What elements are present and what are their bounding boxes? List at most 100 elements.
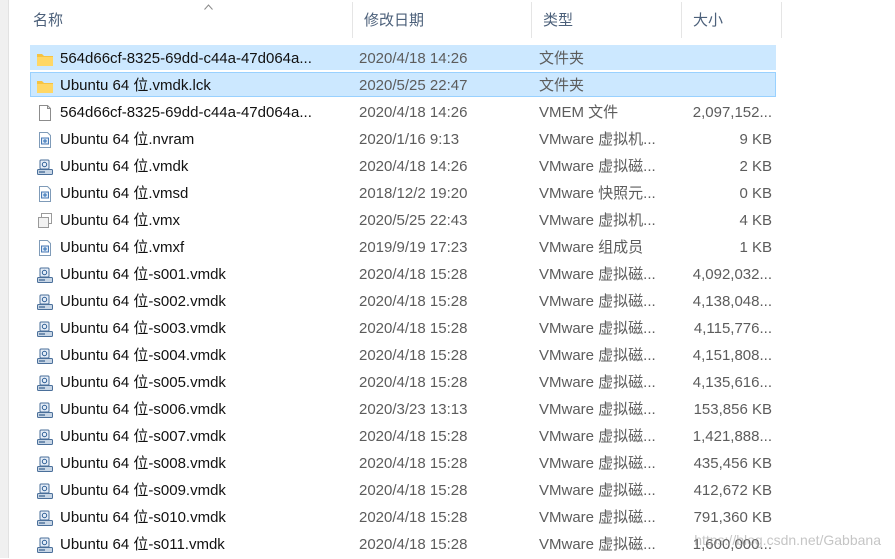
blank-file-icon	[36, 104, 54, 122]
file-modified-date: 2020/5/25 22:47	[359, 77, 468, 94]
file-modified-date: 2020/3/23 13:13	[359, 401, 468, 418]
file-type: VMware 虚拟机...	[539, 131, 656, 148]
vmware-disk-icon	[36, 536, 54, 554]
file-type: VMware 虚拟磁...	[539, 320, 656, 337]
file-row[interactable]: Ubuntu 64 位-s003.vmdk 2020/4/18 15:28 VMwa…	[0, 315, 895, 342]
file-name: Ubuntu 64 位-s007.vmdk	[60, 428, 226, 445]
file-row[interactable]: 564d66cf-8325-69dd-c44a-47d064a... 2020/4…	[0, 45, 895, 72]
file-row[interactable]: Ubuntu 64 位-s008.vmdk 2020/4/18 15:28 VMwa…	[0, 450, 895, 477]
file-name: Ubuntu 64 位-s009.vmdk	[60, 482, 226, 499]
file-row[interactable]: Ubuntu 64 位.vmx 2020/5/25 22:43 VMware 虚拟机…	[0, 207, 895, 234]
file-row[interactable]: Ubuntu 64 位-s010.vmdk 2020/4/18 15:28 VMwa…	[0, 504, 895, 531]
vmware-disk-icon	[36, 428, 54, 446]
file-name: Ubuntu 64 位.nvram	[60, 131, 195, 148]
file-modified-date: 2020/4/18 15:28	[359, 347, 468, 364]
file-size: 153,856 KB	[693, 401, 772, 418]
file-size: 2,097,152...	[692, 104, 772, 121]
file-type: VMware 快照元...	[539, 185, 656, 202]
file-row[interactable]: Ubuntu 64 位-s007.vmdk 2020/4/18 15:28 VMwa…	[0, 423, 895, 450]
file-size: 791,360 KB	[693, 509, 772, 526]
vmware-config-icon	[36, 239, 54, 257]
file-size: 0 KB	[739, 185, 772, 202]
file-row[interactable]: Ubuntu 64 位-s001.vmdk 2020/4/18 15:28 VMwa…	[0, 261, 895, 288]
file-modified-date: 2020/4/18 15:28	[359, 320, 468, 337]
file-modified-date: 2020/4/18 15:28	[359, 293, 468, 310]
file-name: Ubuntu 64 位-s006.vmdk	[60, 401, 226, 418]
file-size: 1 KB	[739, 239, 772, 256]
file-size	[686, 72, 772, 99]
file-name: Ubuntu 64 位.vmdk	[60, 158, 189, 175]
file-modified-date: 2020/4/18 14:26	[359, 158, 468, 175]
file-row[interactable]: 564d66cf-8325-69dd-c44a-47d064a... 2020/4…	[0, 99, 895, 126]
vmware-disk-icon	[36, 293, 54, 311]
file-name: Ubuntu 64 位-s010.vmdk	[60, 509, 226, 526]
column-header-size[interactable]: 大小	[682, 0, 782, 40]
file-type: 文件夹	[539, 50, 585, 67]
vmware-disk-icon	[36, 320, 54, 338]
column-header-name[interactable]: 名称	[22, 0, 352, 40]
vmware-disk-icon	[36, 347, 54, 365]
sort-ascending-icon	[204, 4, 213, 10]
file-size	[686, 45, 772, 72]
watermark-text: https://blog.csdn.net/Gabbana	[694, 532, 881, 548]
file-size: 1,421,888...	[692, 428, 772, 445]
file-type: VMware 虚拟磁...	[539, 158, 656, 175]
file-name: 564d66cf-8325-69dd-c44a-47d064a...	[60, 104, 312, 121]
vmware-disk-icon	[36, 455, 54, 473]
vmware-disk-icon	[36, 374, 54, 392]
file-modified-date: 2020/4/18 15:28	[359, 266, 468, 283]
column-divider[interactable]	[781, 2, 782, 38]
file-modified-date: 2020/4/18 15:28	[359, 536, 468, 553]
file-name: Ubuntu 64 位.vmdk.lck	[60, 77, 211, 94]
file-type: VMware 虚拟磁...	[539, 428, 656, 445]
column-header-date[interactable]: 修改日期	[353, 0, 531, 40]
file-name: Ubuntu 64 位-s008.vmdk	[60, 455, 226, 472]
vmware-disk-icon	[36, 482, 54, 500]
vmware-vm-icon	[36, 212, 54, 230]
file-modified-date: 2020/4/18 15:28	[359, 455, 468, 472]
column-header-type[interactable]: 类型	[532, 0, 681, 40]
file-size: 4,115,776...	[693, 320, 772, 337]
file-modified-date: 2020/4/18 15:28	[359, 374, 468, 391]
file-size: 412,672 KB	[693, 482, 772, 499]
file-row[interactable]: Ubuntu 64 位-s002.vmdk 2020/4/18 15:28 VMwa…	[0, 288, 895, 315]
file-name: Ubuntu 64 位-s001.vmdk	[60, 266, 226, 283]
file-type: VMware 组成员	[539, 239, 644, 256]
file-type: VMware 虚拟磁...	[539, 266, 656, 283]
file-type: VMware 虚拟磁...	[539, 374, 656, 391]
file-type: VMware 虚拟磁...	[539, 401, 656, 418]
vmware-config-icon	[36, 185, 54, 203]
file-row[interactable]: Ubuntu 64 位-s005.vmdk 2020/4/18 15:28 VMwa…	[0, 369, 895, 396]
file-size: 4,138,048...	[692, 293, 772, 310]
vmware-disk-icon	[36, 266, 54, 284]
file-type: VMware 虚拟机...	[539, 212, 656, 229]
file-type: VMware 虚拟磁...	[539, 293, 656, 310]
folder-icon	[36, 50, 54, 68]
file-row[interactable]: Ubuntu 64 位.vmdk 2020/4/18 14:26 VMware 虚拟…	[0, 153, 895, 180]
file-size: 435,456 KB	[693, 455, 772, 472]
file-row[interactable]: Ubuntu 64 位.nvram 2020/1/16 9:13 VMware 虚拟…	[0, 126, 895, 153]
file-modified-date: 2020/4/18 14:26	[359, 50, 468, 67]
vmware-disk-icon	[36, 509, 54, 527]
file-modified-date: 2020/4/18 15:28	[359, 509, 468, 526]
file-row[interactable]: Ubuntu 64 位.vmdk.lck 2020/5/25 22:47 文件夹	[0, 72, 895, 99]
file-row[interactable]: Ubuntu 64 位-s004.vmdk 2020/4/18 15:28 VMwa…	[0, 342, 895, 369]
file-size: 4,092,032...	[692, 266, 772, 283]
file-type: VMware 虚拟磁...	[539, 347, 656, 364]
file-modified-date: 2020/4/18 15:28	[359, 428, 468, 445]
file-row[interactable]: Ubuntu 64 位-s009.vmdk 2020/4/18 15:28 VMwa…	[0, 477, 895, 504]
file-type: VMware 虚拟磁...	[539, 536, 656, 553]
file-row[interactable]: Ubuntu 64 位.vmsd 2018/12/2 19:20 VMware 快照…	[0, 180, 895, 207]
file-modified-date: 2020/4/18 14:26	[359, 104, 468, 121]
file-row[interactable]: Ubuntu 64 位.vmxf 2019/9/19 17:23 VMware 组成…	[0, 234, 895, 261]
file-name: Ubuntu 64 位.vmsd	[60, 185, 189, 202]
vmware-disk-icon	[36, 401, 54, 419]
file-row[interactable]: Ubuntu 64 位-s006.vmdk 2020/3/23 13:13 VMwa…	[0, 396, 895, 423]
file-name: Ubuntu 64 位-s002.vmdk	[60, 293, 226, 310]
file-size: 4,135,616...	[692, 374, 772, 391]
file-modified-date: 2020/5/25 22:43	[359, 212, 468, 229]
file-type: 文件夹	[539, 77, 585, 94]
file-name: Ubuntu 64 位.vmx	[60, 212, 181, 229]
file-modified-date: 2020/4/18 15:28	[359, 482, 468, 499]
column-header-bar: 名称 修改日期 类型 大小	[22, 0, 782, 40]
